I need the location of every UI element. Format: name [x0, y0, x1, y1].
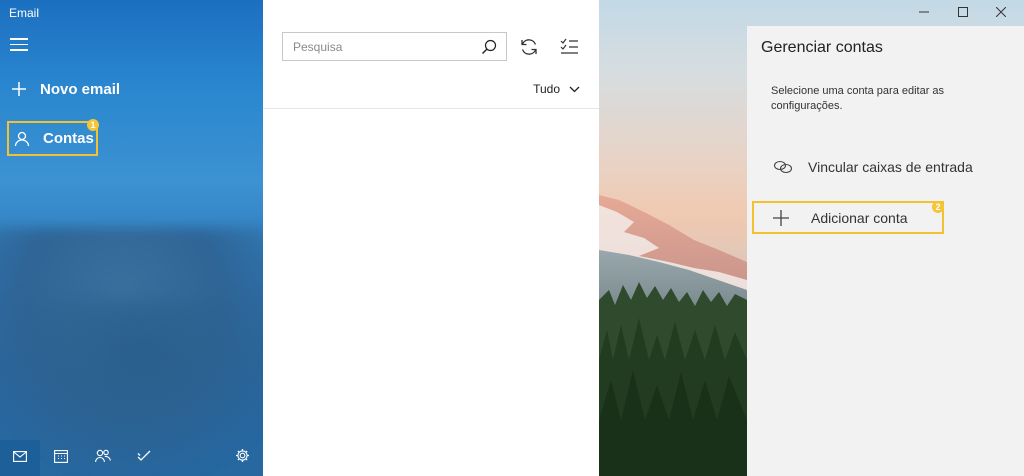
- close-icon: [995, 4, 1007, 22]
- mail-switch-button[interactable]: [0, 440, 40, 476]
- people-switch-button[interactable]: [83, 440, 123, 476]
- step-badge-1: 1: [87, 119, 99, 131]
- todo-switch-button[interactable]: [124, 440, 164, 476]
- navigation-pane: Email Novo email Contas: [0, 0, 263, 476]
- panel-description: Selecione uma conta para editar as confi…: [771, 85, 945, 112]
- mail-icon: [13, 449, 27, 467]
- todo-icon: [137, 449, 151, 467]
- add-account-label: Adicionar conta: [811, 209, 908, 226]
- app-title: Email: [9, 6, 40, 20]
- accounts-button[interactable]: Contas: [7, 121, 98, 156]
- search-input[interactable]: [291, 38, 478, 55]
- maximize-button[interactable]: [944, 0, 982, 26]
- person-icon: [11, 128, 33, 150]
- plus-icon: [8, 78, 30, 100]
- settings-icon: [235, 448, 250, 468]
- add-account-button[interactable]: Adicionar conta: [752, 201, 944, 234]
- sync-button[interactable]: [518, 36, 540, 58]
- filter-label: Tudo: [533, 82, 560, 96]
- calendar-icon: [54, 449, 68, 468]
- sync-icon: [518, 39, 540, 62]
- accounts-label: Contas: [43, 130, 94, 147]
- hamburger-menu-icon[interactable]: [10, 38, 28, 52]
- minimize-icon: [919, 4, 929, 22]
- bottom-app-bar: [0, 440, 263, 476]
- settings-button[interactable]: [222, 440, 262, 476]
- close-button[interactable]: [982, 0, 1020, 26]
- panel-title: Gerenciar contas: [761, 39, 883, 56]
- checklist-icon: [559, 38, 579, 60]
- search-box: [282, 32, 507, 61]
- message-list-pane: Tudo: [263, 0, 599, 476]
- people-icon: [95, 449, 111, 468]
- filter-dropdown[interactable]: Tudo: [533, 82, 580, 96]
- search-icon[interactable]: [478, 36, 500, 58]
- chevron-down-icon: [569, 82, 580, 96]
- link-icon: [772, 156, 794, 178]
- new-mail-label: Novo email: [40, 80, 121, 98]
- manage-accounts-panel: Gerenciar contas Selecione uma conta par…: [747, 26, 1024, 476]
- calendar-switch-button[interactable]: [41, 440, 81, 476]
- minimize-button[interactable]: [905, 0, 943, 26]
- maximize-icon: [958, 4, 968, 22]
- plus-icon: [771, 208, 791, 228]
- link-inboxes-label: Vincular caixas de entrada: [808, 159, 973, 175]
- link-inboxes-button[interactable]: Vincular caixas de entrada: [772, 156, 973, 178]
- list-divider: [263, 108, 599, 109]
- selection-mode-button[interactable]: [559, 36, 581, 58]
- new-mail-button[interactable]: Novo email: [8, 78, 120, 100]
- step-badge-2: 2: [932, 201, 944, 213]
